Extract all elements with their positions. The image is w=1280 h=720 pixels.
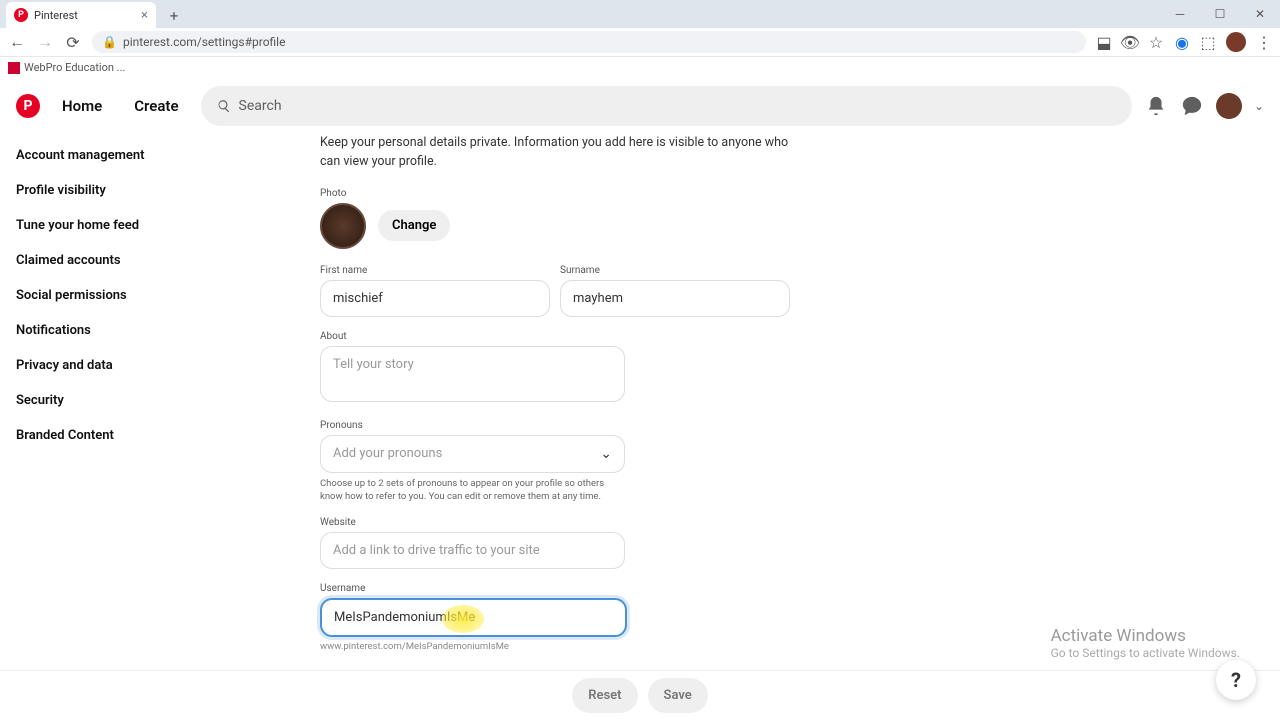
- eye-off-icon[interactable]: 👁: [1122, 34, 1138, 50]
- sidebar-item-social[interactable]: Social permissions: [16, 278, 184, 313]
- close-tab-icon[interactable]: ×: [141, 8, 148, 23]
- install-icon[interactable]: ⬓: [1096, 34, 1112, 50]
- maximize-icon[interactable]: ☐: [1200, 0, 1240, 28]
- username-url: www.pinterest.com/MeIsPandemoniumIsMe: [320, 641, 627, 652]
- profile-photo[interactable]: [320, 203, 366, 249]
- browser-profile-icon[interactable]: [1226, 32, 1246, 52]
- sidebar-item-branded[interactable]: Branded Content: [16, 418, 184, 453]
- pinterest-logo-icon[interactable]: P: [16, 94, 40, 118]
- search-icon: [217, 99, 231, 113]
- app-header: P Home Create Search ⌄: [0, 78, 1280, 134]
- bookmark-star-icon[interactable]: ☆: [1148, 34, 1164, 50]
- sidebar-item-security[interactable]: Security: [16, 383, 184, 418]
- first-name-input[interactable]: [320, 280, 550, 317]
- username-input[interactable]: [320, 598, 627, 637]
- extensions-icon[interactable]: ⬚: [1200, 34, 1216, 50]
- sidebar-item-claimed[interactable]: Claimed accounts: [16, 243, 184, 278]
- chevron-down-icon[interactable]: ⌄: [1254, 99, 1264, 113]
- search-placeholder: Search: [239, 98, 282, 114]
- website-input[interactable]: [320, 532, 625, 569]
- browser-tab[interactable]: P Pinterest ×: [6, 2, 156, 28]
- user-avatar[interactable]: [1216, 93, 1242, 119]
- bookmark-item[interactable]: WebPro Education ...: [24, 61, 125, 74]
- website-label: Website: [320, 517, 625, 528]
- nav-home[interactable]: Home: [52, 89, 112, 123]
- close-icon[interactable]: ✕: [1240, 0, 1280, 28]
- extension-icon[interactable]: ◉: [1174, 34, 1190, 50]
- reload-icon[interactable]: ⟳: [64, 33, 82, 51]
- sidebar-item-profile-visibility[interactable]: Profile visibility: [16, 173, 184, 208]
- activate-line1: Activate Windows: [1051, 626, 1240, 646]
- change-photo-button[interactable]: Change: [378, 210, 450, 241]
- nav-create[interactable]: Create: [124, 89, 188, 123]
- pronouns-placeholder: Add your pronouns: [333, 446, 442, 461]
- bookmark-favicon: [8, 62, 20, 74]
- messages-icon[interactable]: [1180, 94, 1204, 118]
- tab-title: Pinterest: [34, 9, 78, 22]
- window-controls: ─ ☐ ✕: [1160, 0, 1280, 28]
- activate-windows-watermark: Activate Windows Go to Settings to activ…: [1051, 626, 1240, 660]
- back-icon[interactable]: ←: [8, 33, 26, 51]
- sidebar-item-tune-feed[interactable]: Tune your home feed: [16, 208, 184, 243]
- first-name-label: First name: [320, 265, 550, 276]
- url-field[interactable]: 🔒 pinterest.com/settings#profile: [92, 31, 1086, 53]
- bookmark-bar: WebPro Education ...: [0, 56, 1280, 78]
- surname-input[interactable]: [560, 280, 790, 317]
- about-textarea[interactable]: [320, 346, 625, 402]
- menu-icon[interactable]: ⋮: [1256, 34, 1272, 50]
- about-label: About: [320, 331, 625, 342]
- lock-icon: 🔒: [102, 35, 117, 49]
- pronouns-label: Pronouns: [320, 420, 625, 431]
- new-tab-button[interactable]: +: [162, 4, 186, 28]
- save-button[interactable]: Save: [648, 678, 708, 713]
- sidebar-item-privacy[interactable]: Privacy and data: [16, 348, 184, 383]
- browser-chrome: P Pinterest × + ─ ☐ ✕ ← → ⟳ 🔒 pinterest.…: [0, 0, 1280, 56]
- settings-sidebar: Account management Profile visibility Tu…: [0, 134, 200, 720]
- pronouns-select[interactable]: Add your pronouns ⌄: [320, 435, 625, 473]
- url-text: pinterest.com/settings#profile: [123, 35, 286, 49]
- chevron-down-icon: ⌄: [600, 446, 612, 462]
- sidebar-item-notifications[interactable]: Notifications: [16, 313, 184, 348]
- reset-button[interactable]: Reset: [572, 678, 637, 713]
- surname-label: Surname: [560, 265, 790, 276]
- photo-label: Photo: [320, 188, 790, 199]
- pronouns-helper: Choose up to 2 sets of pronouns to appea…: [320, 477, 625, 504]
- address-bar: ← → ⟳ 🔒 pinterest.com/settings#profile ⬓…: [0, 28, 1280, 56]
- bell-icon[interactable]: [1144, 94, 1168, 118]
- search-input[interactable]: Search: [201, 86, 1132, 126]
- forward-icon[interactable]: →: [36, 33, 54, 51]
- activate-line2: Go to Settings to activate Windows.: [1051, 646, 1240, 660]
- pinterest-favicon: P: [14, 8, 28, 22]
- username-label: Username: [320, 583, 627, 594]
- help-button[interactable]: ?: [1216, 660, 1256, 700]
- intro-text: Keep your personal details private. Info…: [320, 134, 790, 172]
- tab-bar: P Pinterest × +: [0, 0, 1280, 28]
- minimize-icon[interactable]: ─: [1160, 0, 1200, 28]
- footer: Reset Save: [0, 670, 1280, 720]
- sidebar-item-account[interactable]: Account management: [16, 138, 184, 173]
